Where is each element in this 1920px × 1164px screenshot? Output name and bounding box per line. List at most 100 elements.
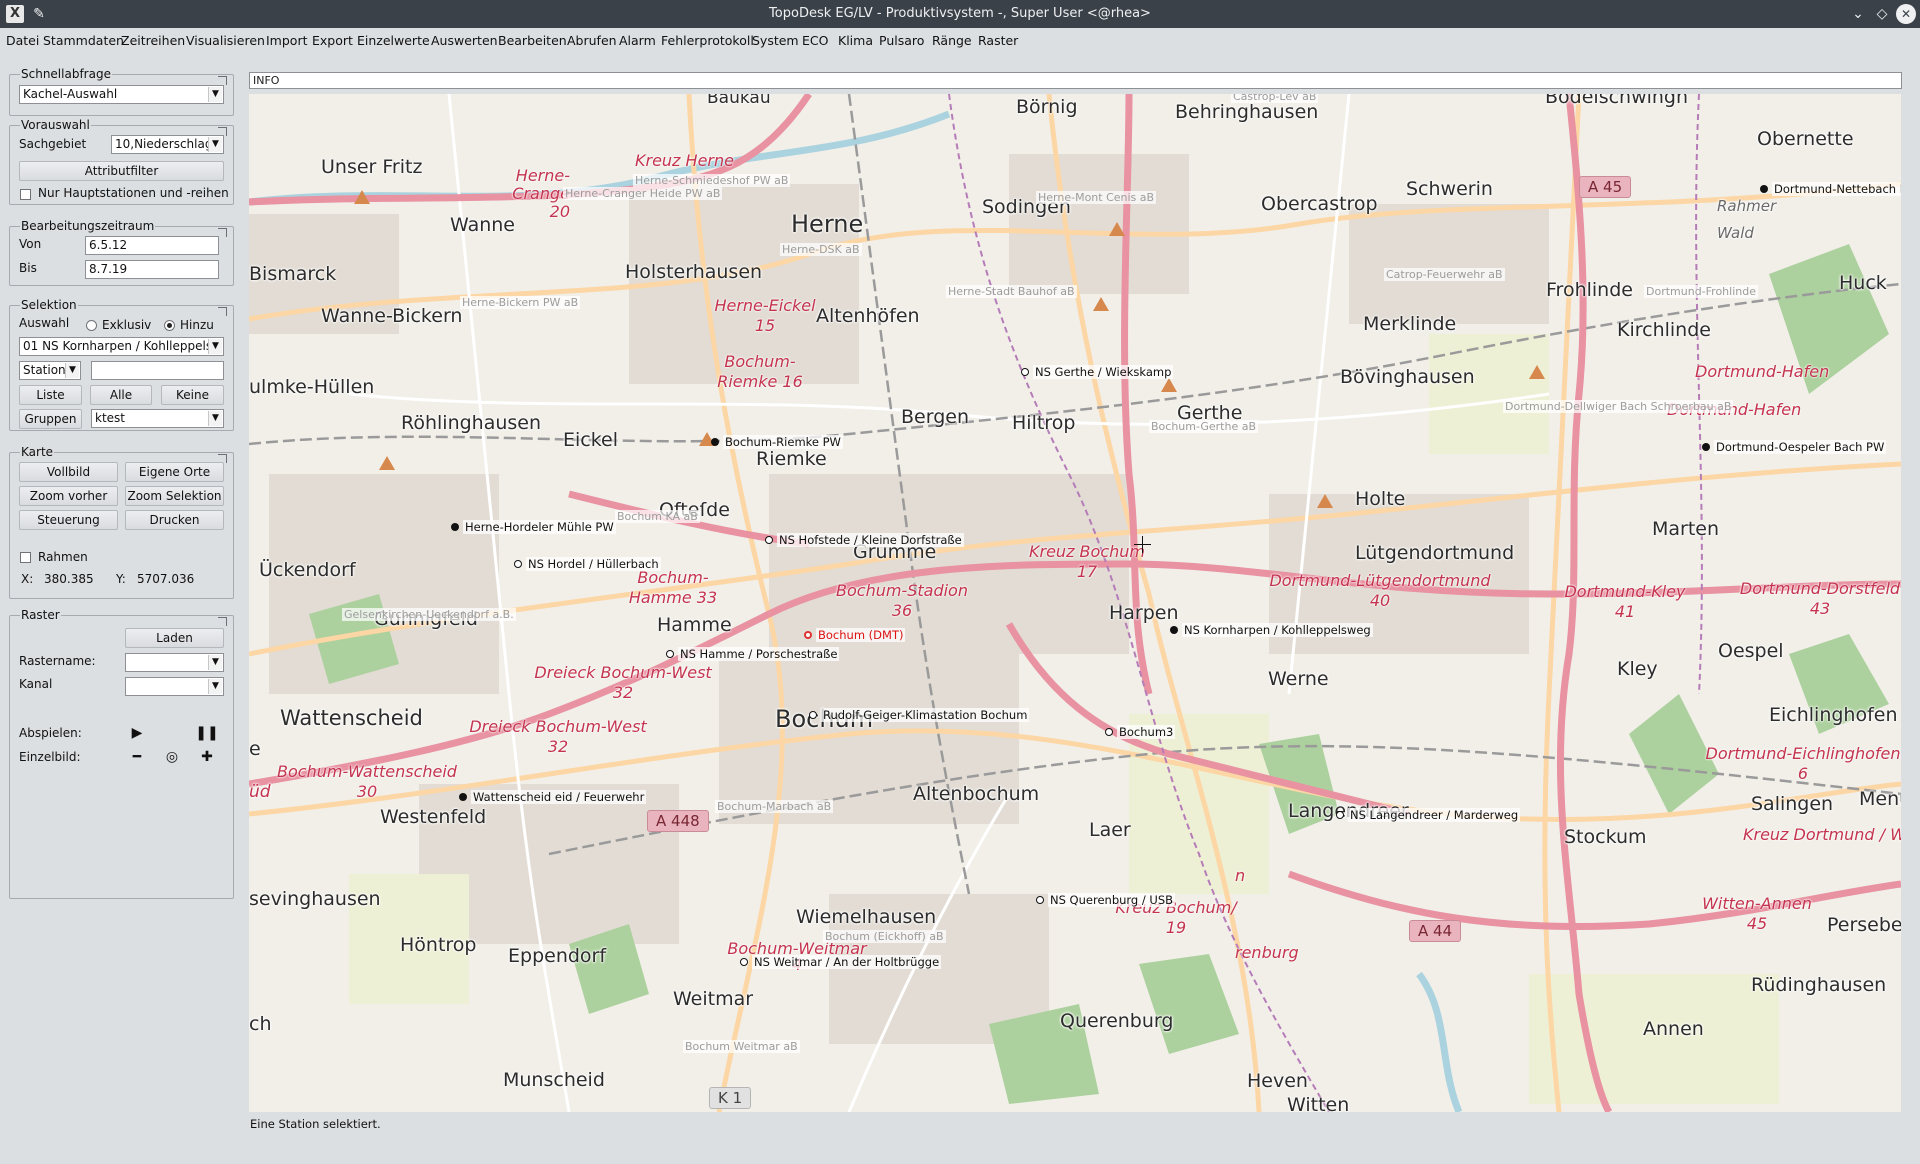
von-input[interactable]: 6.5.12 [85, 236, 219, 255]
station-marker-selected[interactable]: Bochum (DMT) [804, 628, 906, 642]
station-marker[interactable]: Bochum3 [1105, 725, 1176, 739]
hauptstationen-checkbox[interactable] [20, 189, 31, 200]
place-label: Eichlinghofen [1769, 704, 1898, 726]
station-marker[interactable]: NS Hamme / Porschestraße [666, 647, 840, 661]
rahmen-checkbox[interactable] [20, 552, 31, 563]
eigene-orte-button[interactable]: Eigene Orte [125, 462, 224, 482]
station-marker[interactable]: NS Hofstede / Kleine Dorfstraße [765, 533, 964, 547]
menu-fehlerprotokoll[interactable]: Fehlerprotokoll [661, 33, 754, 48]
panel-vorauswahl: Vorauswahl Sachgebiet 10,Niederschlag ▼ … [9, 118, 234, 205]
auswahl-select[interactable]: 01 NS Kornharpen / Kohlleppelsw ▼ [19, 337, 224, 356]
menu-pulsaro[interactable]: Pulsaro [879, 33, 924, 48]
target-icon[interactable]: ◎ [160, 746, 184, 768]
station-label: Bochum3 [1117, 725, 1176, 739]
close-icon[interactable]: ✕ [1896, 4, 1916, 24]
menu-alarm[interactable]: Alarm [619, 33, 656, 48]
menu-datei[interactable]: Datei [6, 33, 39, 48]
map-view[interactable]: Baukau Börnig Behringhausen Unser Fritz … [249, 94, 1901, 1112]
panel-raster: Raster Laden Rastername: ▼ Kanal ▼ Abspi… [9, 608, 234, 899]
place-label: Hamme [657, 614, 732, 636]
zoom-selektion-button[interactable]: Zoom Selektion [125, 486, 224, 506]
place-label: Holsterhausen [625, 261, 763, 283]
laden-button[interactable]: Laden [125, 628, 224, 648]
menu-auswerten[interactable]: Auswerten [431, 33, 498, 48]
menu-klima[interactable]: Klima [838, 33, 873, 48]
menu-abrufen[interactable]: Abrufen [567, 33, 617, 48]
drucken-button[interactable]: Drucken [125, 510, 224, 530]
hauptstationen-label: Nur Hauptstationen und -reihen [38, 186, 229, 200]
kanal-select[interactable]: ▼ [125, 677, 224, 696]
liste-button[interactable]: Liste [19, 385, 82, 405]
rastername-select[interactable]: ▼ [125, 653, 224, 672]
menu-bearbeiten[interactable]: Bearbeiten [498, 33, 567, 48]
bis-label: Bis [19, 261, 37, 275]
place-label: Baukau [707, 94, 771, 108]
bis-input[interactable]: 8.7.19 [85, 260, 219, 279]
exklusiv-radio[interactable] [86, 320, 97, 331]
sachgebiet-value: 10,Niederschlag [115, 137, 213, 151]
station-dot-icon [1170, 626, 1178, 634]
schnellabfrage-value: Kachel-Auswahl [23, 87, 118, 101]
dock-icon[interactable] [218, 76, 227, 85]
place-label: Röhlinghausen [401, 412, 542, 434]
menu-raster[interactable]: Raster [978, 33, 1018, 48]
hinzu-radio[interactable] [164, 320, 175, 331]
keine-button[interactable]: Keine [161, 385, 224, 405]
menu-visualisieren[interactable]: Visualisieren [186, 33, 265, 48]
station-marker[interactable]: Wattenscheid eid / Feuerwehr [459, 790, 647, 804]
pause-icon[interactable]: ❚❚ [195, 722, 219, 744]
motorway-shield: A 45 [1579, 176, 1632, 198]
gruppen-button[interactable]: Gruppen [19, 409, 82, 429]
vollbild-button[interactable]: Vollbild [19, 462, 118, 482]
station-marker[interactable]: NS Querenburg / USB [1036, 893, 1176, 907]
station-marker[interactable]: NS Hordel / Hüllerbach [514, 557, 661, 571]
station-marker[interactable]: NS Gerthe / Wiekskamp [1021, 365, 1174, 379]
info-field[interactable]: INFO [249, 72, 1902, 89]
alle-button[interactable]: Alle [90, 385, 152, 405]
attributfilter-button[interactable]: Attributfilter [19, 161, 224, 181]
station-marker[interactable]: Rudolf-Geiger-Klimastation Bochum [809, 708, 1030, 722]
menu-import[interactable]: Import [266, 33, 308, 48]
selektion-search-input[interactable] [91, 361, 224, 380]
grey-station-label: Bochum Weitmar aB [683, 1040, 800, 1053]
grey-station-label: Catrop-Feuerwehr aB [1384, 268, 1505, 281]
dock-icon[interactable] [218, 617, 227, 626]
place-label: Persebec [1827, 914, 1901, 936]
chevron-down-icon: ▼ [208, 87, 222, 102]
sachgebiet-select[interactable]: 10,Niederschlag ▼ [111, 135, 224, 154]
menu-zeitreihen[interactable]: Zeitreihen [121, 33, 185, 48]
menu-export[interactable]: Export [312, 33, 353, 48]
motorway-shield: A 448 [647, 810, 709, 832]
place-label: Herne [791, 210, 864, 238]
diamond-icon[interactable]: ◇ [1872, 4, 1892, 24]
station-dot-icon [1021, 368, 1029, 376]
station-marker[interactable]: NS Weitmar / An der Holtbrügge [740, 955, 942, 969]
place-label: Munscheid [503, 1069, 605, 1091]
play-icon[interactable]: ▶ [125, 722, 149, 744]
station-marker[interactable]: Herne-Hordeler Mühle PW [451, 520, 616, 534]
steuerung-button[interactable]: Steuerung [19, 510, 118, 530]
plus-icon[interactable]: ✚ [195, 746, 219, 768]
junction-label: Herne-Crange 20 [512, 166, 570, 221]
type-value: Station [23, 363, 66, 377]
dock-icon[interactable] [218, 228, 227, 237]
menu-system[interactable]: System [752, 33, 799, 48]
menu-raenge[interactable]: Ränge [932, 33, 972, 48]
station-marker[interactable]: Dortmund-Nettebach PW [1760, 182, 1901, 196]
junction-label: renburg [1235, 943, 1299, 962]
gruppen-select[interactable]: ktest ▼ [91, 409, 224, 428]
junction-label: Dortmund-Kley 41 [1564, 582, 1686, 621]
type-select[interactable]: Station ▼ [19, 361, 81, 380]
dock-icon[interactable] [218, 307, 227, 316]
chevron-down-icon[interactable]: ⌄ [1848, 4, 1868, 24]
station-marker[interactable]: NS Langendreer / Marderweg [1336, 808, 1521, 822]
menu-stammdaten[interactable]: Stammdaten [43, 33, 124, 48]
zoom-vorher-button[interactable]: Zoom vorher [19, 486, 118, 506]
station-marker[interactable]: NS Kornharpen / Kohlleppelsweg [1170, 623, 1373, 637]
station-marker[interactable]: Bochum-Riemke PW [711, 435, 843, 449]
station-marker[interactable]: Dortmund-Oespeler Bach PW [1702, 440, 1887, 454]
schnellabfrage-select[interactable]: Kachel-Auswahl ▼ [19, 85, 224, 104]
menu-eco[interactable]: ECO [802, 33, 828, 48]
minus-icon[interactable]: ━ [125, 746, 149, 768]
menu-einzelwerte[interactable]: Einzelwerte [357, 33, 430, 48]
